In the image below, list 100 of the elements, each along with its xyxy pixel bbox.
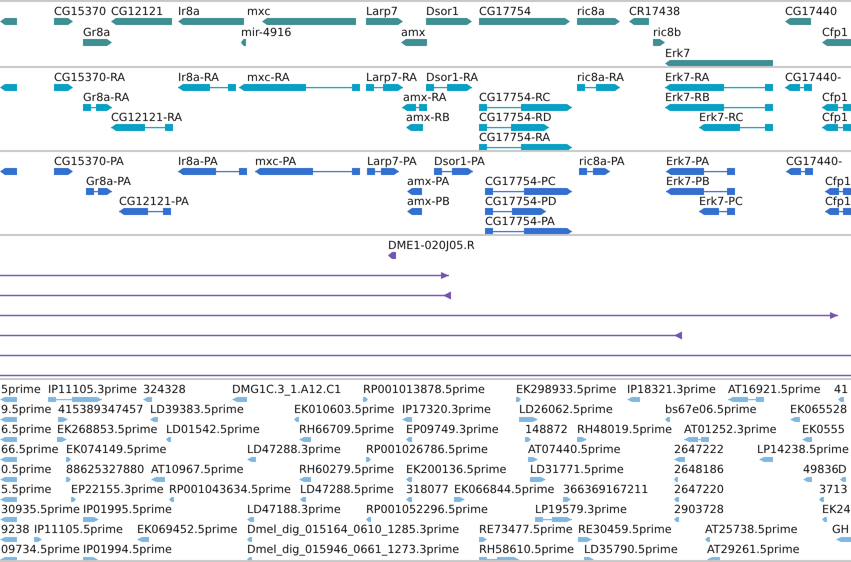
feature-glyph[interactable] (178, 167, 247, 176)
feature-glyph[interactable] (479, 143, 572, 150)
feature-label: 09734.5prime (1, 543, 80, 556)
feature-glyph[interactable] (665, 103, 773, 112)
feature-glyph[interactable] (402, 103, 427, 112)
feature-glyph[interactable] (479, 123, 549, 132)
feature-glyph[interactable] (479, 17, 570, 26)
feature-label: CG17440 (785, 5, 838, 18)
feature-glyph[interactable] (0, 167, 17, 176)
feature-label: 3713 (819, 483, 848, 496)
feature-glyph[interactable] (401, 38, 427, 47)
feature-glyph[interactable] (785, 17, 811, 26)
feature-glyph[interactable] (111, 123, 173, 132)
feature-glyph[interactable] (629, 17, 649, 26)
feature-label: ric8a (577, 5, 605, 18)
feature-glyph[interactable] (665, 59, 773, 66)
feature-label: Cfp1 (822, 111, 848, 124)
feature-glyph[interactable] (786, 167, 813, 176)
feature-glyph[interactable] (485, 187, 572, 196)
feature-glyph[interactable] (426, 83, 472, 92)
feature-label: EK066844.5prime (454, 483, 554, 496)
feature-glyph[interactable] (0, 17, 17, 26)
feature-label: amx-RA (403, 91, 446, 104)
feature-label: RP001043634.5prime (169, 483, 291, 496)
feature-glyph[interactable] (178, 83, 236, 92)
feature-glyph[interactable] (666, 167, 735, 176)
feature-glyph[interactable] (407, 187, 422, 196)
feature-glyph[interactable] (367, 167, 399, 176)
feature-glyph[interactable] (577, 83, 620, 92)
feature-label: AT16921.5prime (728, 383, 820, 396)
feature-glyph[interactable] (0, 83, 17, 92)
feature-glyph[interactable] (653, 38, 665, 47)
feature-glyph[interactable] (426, 17, 472, 26)
feature-label: EK268853.5prime (57, 423, 158, 436)
feature-label: CG17754-PC (485, 175, 556, 188)
feature-glyph[interactable] (178, 17, 244, 26)
feature-glyph[interactable] (579, 167, 610, 176)
feature-label: 324328 (143, 383, 186, 396)
feature-label: D (838, 463, 847, 476)
feature-glyph[interactable] (54, 83, 73, 92)
feature-glyph[interactable] (699, 123, 773, 132)
feature-label: CG15370-RA (54, 71, 126, 84)
feature-glyph[interactable] (407, 207, 422, 216)
feature-glyph[interactable] (54, 167, 73, 176)
feature-glyph[interactable] (699, 207, 735, 216)
feature-glyph[interactable] (825, 207, 851, 216)
feature-glyph[interactable] (388, 251, 396, 260)
feature-label: mxc-RA (247, 71, 290, 84)
feature-glyph[interactable] (434, 167, 473, 176)
feature-glyph[interactable] (111, 17, 172, 26)
feature-label: LD01542.5prime (166, 423, 260, 436)
feature-glyph[interactable] (366, 83, 403, 92)
read-line[interactable] (0, 311, 838, 320)
feature-glyph[interactable] (665, 83, 773, 92)
feature-glyph[interactable] (822, 123, 851, 132)
feature-glyph[interactable] (83, 103, 112, 112)
feature-glyph[interactable] (666, 187, 735, 196)
feature-label: LP14238.5prime (757, 443, 849, 456)
feature-glyph[interactable] (262, 17, 356, 26)
feature-glyph[interactable] (119, 207, 171, 216)
feature-label: AT25738.5prime (705, 523, 798, 536)
feature-label: mxc (247, 5, 270, 18)
feature-label: RP001052296.5prime (366, 503, 488, 516)
feature-glyph[interactable] (479, 103, 572, 112)
feature-glyph[interactable] (83, 38, 112, 47)
feature-glyph[interactable] (241, 38, 246, 47)
feature-glyph[interactable] (822, 38, 851, 47)
feature-glyph[interactable] (239, 83, 360, 92)
feature-label: 66.5prime (1, 443, 58, 456)
feature-label: 5prime (1, 383, 41, 396)
feature-label: LD47288.5prime (300, 483, 394, 496)
feature-glyph[interactable] (485, 207, 546, 216)
feature-glyph[interactable] (785, 83, 812, 92)
feature-glyph[interactable] (485, 227, 572, 234)
feature-glyph[interactable] (366, 17, 403, 26)
feature-label: Ir8a (178, 5, 200, 18)
feature-glyph[interactable] (86, 187, 112, 196)
feature-label: RP001026786.5prime (366, 443, 488, 456)
feature-label: AT07440.5prime (528, 443, 620, 456)
feature-glyph[interactable] (255, 167, 360, 176)
feature-glyph[interactable] (822, 103, 851, 112)
feature-label: AT10967.5prime (151, 463, 244, 476)
feature-label: Cfp1 (825, 175, 851, 188)
feature-label: CG17754-RD (479, 111, 552, 124)
feature-label: amx-RB (406, 111, 450, 124)
feature-glyph[interactable] (825, 187, 851, 196)
feature-glyph[interactable] (54, 17, 73, 26)
feature-label: Erk7-RC (699, 111, 744, 124)
feature-label: 148872 (525, 423, 568, 436)
read-line[interactable] (0, 271, 449, 280)
feature-label: Cfp1 (822, 26, 848, 39)
feature-label: 2648186 (674, 463, 724, 476)
feature-label: LP19579.3prime (535, 503, 627, 516)
feature-glyph[interactable] (406, 123, 423, 132)
feature-glyph[interactable] (577, 17, 620, 26)
read-line[interactable] (0, 291, 451, 300)
feature-label: Dmel_dig_015164_0610_1285.3prime (247, 523, 460, 536)
read-line[interactable] (0, 331, 682, 340)
feature-label: 9238 (1, 523, 30, 536)
feature-label: CR17438 (629, 5, 680, 18)
